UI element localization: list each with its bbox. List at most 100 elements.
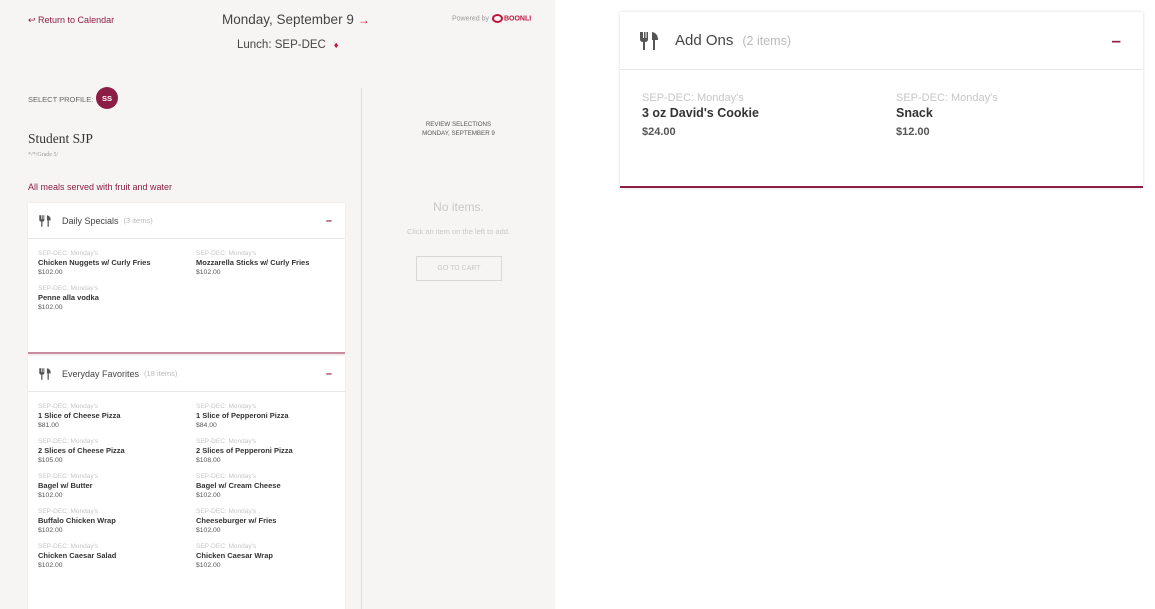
everyday-favorites-count: (18 items) — [144, 369, 178, 378]
date-label: Monday, September 9 — [222, 12, 354, 27]
item-price: $102.00 — [38, 562, 63, 569]
menu-item[interactable]: SEP-DEC: Monday's Cheeseburger w/ Fries … — [196, 508, 346, 536]
student-grade: */*/Grade 5/ — [28, 152, 59, 158]
add-ons-header[interactable]: Add Ons (2 items) – — [620, 12, 1143, 70]
item-price: $108.00 — [196, 457, 221, 464]
powered-by: Powered by BOONLI — [452, 14, 531, 23]
item-category: SEP-DEC: Monday's — [38, 508, 99, 515]
item-price: $102.00 — [38, 527, 63, 534]
item-price: $102.00 — [196, 562, 221, 569]
dropdown-diamond-icon: ♦ — [333, 40, 339, 50]
menu-item[interactable]: SEP-DEC: Monday's Mozzarella Sticks w/ C… — [196, 250, 346, 278]
item-name: 3 oz David's Cookie — [642, 106, 759, 120]
item-price: $84.00 — [196, 422, 217, 429]
go-to-cart-button[interactable]: GO TO CART — [416, 256, 502, 281]
item-category: SEP-DEC: Monday's — [196, 473, 257, 480]
item-name: Cheeseburger w/ Fries — [196, 516, 277, 525]
select-profile-label: SELECT PROFILE: — [28, 95, 94, 104]
meals-notice: All meals served with fruit and water — [28, 182, 173, 192]
item-name: 2 Slices of Cheese Pizza — [38, 446, 125, 455]
student-name: Student SJP — [28, 131, 93, 146]
column-divider — [361, 88, 362, 609]
item-category: SEP-DEC: Monday's — [38, 473, 99, 480]
item-name: Buffalo Chicken Wrap — [38, 516, 116, 525]
menu-item[interactable]: SEP-DEC: Monday's 1 Slice of Cheese Pizz… — [38, 403, 196, 431]
item-price: $102.00 — [196, 492, 221, 499]
item-category: SEP-DEC: Monday's — [196, 508, 257, 515]
item-category: SEP-DEC: Monday's — [38, 403, 99, 410]
menu-item[interactable]: SEP-DEC: Monday's Chicken Caesar Wrap $1… — [196, 543, 346, 571]
item-price: $81.00 — [38, 422, 59, 429]
review-selections-heading: REVIEW SELECTIONS MONDAY, SEPTEMBER 9 — [362, 120, 555, 138]
menu-item[interactable]: SEP-DEC: Monday's Buffalo Chicken Wrap $… — [38, 508, 196, 536]
collapse-icon[interactable]: – — [326, 368, 332, 380]
add-ons-count: (2 items) — [742, 33, 791, 48]
item-category: SEP-DEC: Monday's — [38, 285, 99, 292]
boonli-logo-icon — [491, 14, 503, 23]
item-price: $102.00 — [196, 527, 221, 534]
everyday-favorites-grid: SEP-DEC: Monday's 1 Slice of Cheese Pizz… — [28, 392, 345, 571]
add-ons-title: Add Ons — [675, 32, 734, 49]
item-price: $12.00 — [896, 126, 930, 138]
item-category: SEP-DEC: Monday's — [196, 250, 257, 257]
date-navigator[interactable]: Monday, September 9 → — [222, 12, 370, 27]
menu-item[interactable]: SEP-DEC: Monday's 2 Slices of Pepperoni … — [196, 438, 346, 466]
item-name: Penne alla vodka — [38, 293, 99, 302]
everyday-favorites-title: Everyday Favorites — [62, 368, 140, 379]
fork-knife-icon — [39, 367, 51, 380]
menu-item[interactable]: SEP-DEC: Monday's 3 oz David's Cookie $2… — [642, 91, 896, 141]
menu-item[interactable]: SEP-DEC: Monday's 2 Slices of Cheese Piz… — [38, 438, 196, 466]
menu-item[interactable]: SEP-DEC: Monday's Chicken Caesar Salad $… — [38, 543, 196, 571]
item-name: 1 Slice of Pepperoni Pizza — [196, 411, 289, 420]
item-category: SEP-DEC: Monday's — [196, 438, 257, 445]
daily-specials-header[interactable]: Daily Specials (3 items) – — [28, 203, 345, 239]
item-category: SEP-DEC: Monday's — [38, 250, 99, 257]
daily-specials-grid: SEP-DEC: Monday's Chicken Nuggets w/ Cur… — [28, 239, 345, 313]
item-price: $102.00 — [38, 269, 63, 276]
menu-item[interactable]: SEP-DEC: Monday's 1 Slice of Pepperoni P… — [196, 403, 346, 431]
item-category: SEP-DEC: Monday's — [196, 543, 257, 550]
fork-knife-icon — [640, 31, 658, 50]
everyday-favorites-header[interactable]: Everyday Favorites (18 items) – — [28, 356, 345, 392]
meal-selector[interactable]: Lunch: SEP-DEC ♦ — [237, 39, 338, 51]
powered-by-label: Powered by — [452, 15, 489, 23]
meal-label: Lunch: SEP-DEC — [237, 39, 326, 51]
item-category: SEP-DEC: Monday's — [642, 92, 744, 104]
fork-knife-icon — [39, 214, 51, 227]
avatar[interactable]: SS — [96, 87, 118, 109]
item-category: SEP-DEC: Monday's — [38, 438, 99, 445]
item-category: SEP-DEC: Monday's — [196, 403, 257, 410]
menu-item[interactable]: SEP-DEC: Monday's Snack $12.00 — [896, 91, 1136, 141]
collapse-icon[interactable]: – — [326, 215, 332, 227]
collapse-icon[interactable]: – — [1112, 31, 1121, 51]
item-name: Chicken Caesar Wrap — [196, 551, 273, 560]
item-name: 1 Slice of Cheese Pizza — [38, 411, 121, 420]
item-name: Mozzarella Sticks w/ Curly Fries — [196, 258, 310, 267]
empty-selection-title: No items. — [433, 200, 484, 214]
item-name: Bagel w/ Butter — [38, 481, 93, 490]
boonli-brand: BOONLI — [503, 15, 532, 23]
arrow-right-icon[interactable]: → — [358, 13, 370, 27]
daily-specials-card: Daily Specials (3 items) – SEP-DEC: Mond… — [28, 203, 345, 354]
item-name: Chicken Nuggets w/ Curly Fries — [38, 258, 151, 267]
item-category: SEP-DEC: Monday's — [38, 543, 99, 550]
menu-item[interactable]: SEP-DEC: Monday's Penne alla vodka $102.… — [38, 285, 196, 313]
item-name: Bagel w/ Cream Cheese — [196, 481, 281, 490]
review-date: MONDAY, SEPTEMBER 9 — [422, 130, 495, 137]
return-to-calendar-link[interactable]: ↩ Return to Calendar — [28, 15, 114, 26]
add-ons-grid: SEP-DEC: Monday's 3 oz David's Cookie $2… — [620, 70, 1143, 141]
menu-item[interactable]: SEP-DEC: Monday's Chicken Nuggets w/ Cur… — [38, 250, 196, 278]
menu-item[interactable]: SEP-DEC: Monday's Bagel w/ Butter $102.0… — [38, 473, 196, 501]
item-name: Chicken Caesar Salad — [38, 551, 117, 560]
left-panel: ↩ Return to Calendar Monday, September 9… — [0, 0, 555, 609]
everyday-favorites-card: Everyday Favorites (18 items) – SEP-DEC:… — [28, 356, 345, 609]
item-price: $102.00 — [38, 304, 63, 311]
review-title: REVIEW SELECTIONS — [425, 121, 492, 128]
item-name: 2 Slices of Pepperoni Pizza — [196, 446, 293, 455]
menu-item[interactable]: SEP-DEC: Monday's Bagel w/ Cream Cheese … — [196, 473, 346, 501]
add-ons-card: Add Ons (2 items) – SEP-DEC: Monday's 3 … — [620, 12, 1143, 188]
item-price: $105.00 — [38, 457, 63, 464]
item-price: $102.00 — [196, 269, 221, 276]
item-price: $24.00 — [642, 126, 676, 138]
empty-selection-hint: Click an item on the left to add. — [407, 227, 510, 236]
